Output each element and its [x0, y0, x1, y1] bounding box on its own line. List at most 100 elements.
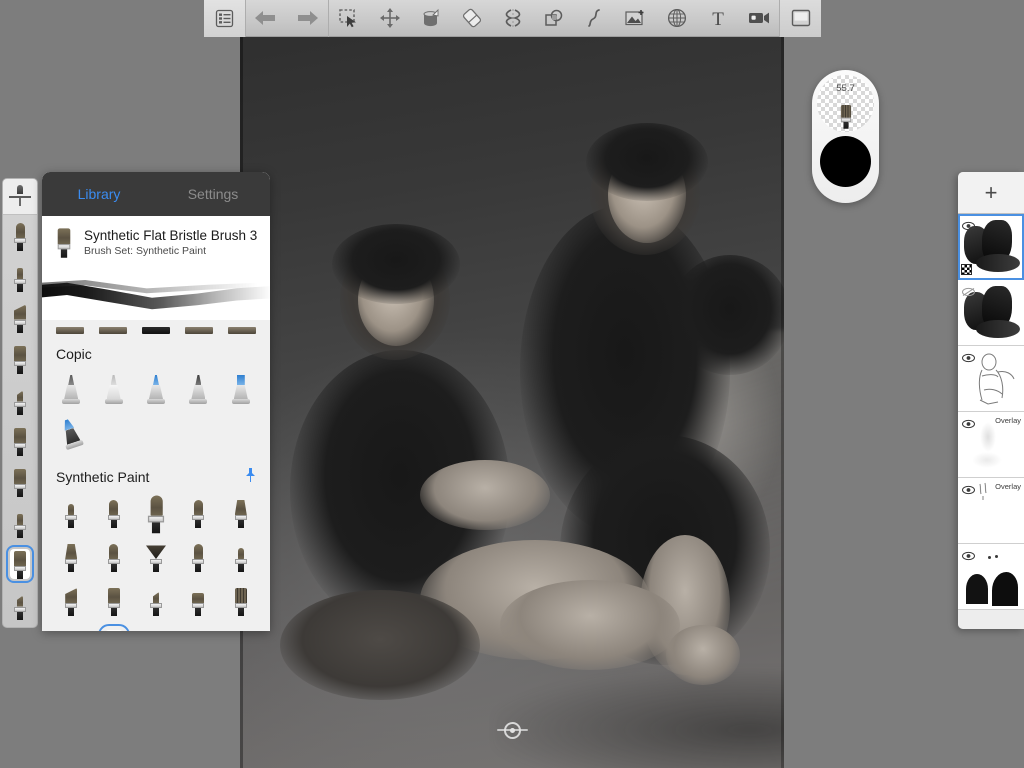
copic-brush-grid: [42, 368, 270, 456]
layer-item-3[interactable]: Overlay: [958, 412, 1024, 478]
pin-icon[interactable]: [245, 468, 256, 485]
synthetic-flat-bristle-brush-3-selected[interactable]: [92, 623, 134, 631]
synthetic-round-4[interactable]: [177, 491, 219, 535]
section-title-synthetic-paint: Synthetic Paint: [56, 468, 150, 485]
layer-item-5[interactable]: [958, 280, 1024, 346]
layer-mask-badge[interactable]: [961, 264, 972, 275]
text-icon[interactable]: T: [697, 0, 738, 37]
synthetic-flat-bristle-2[interactable]: [50, 623, 92, 631]
top-toolbar: T: [204, 0, 822, 37]
section-header-synthetic-paint: Synthetic Paint: [42, 456, 270, 491]
synthetic-splay-1[interactable]: [220, 491, 262, 535]
copic-outline-nib[interactable]: [92, 368, 134, 412]
add-layer-button[interactable]: +: [958, 172, 1024, 214]
brush-sections-scroll[interactable]: Copic Synthetic Paint: [42, 320, 270, 631]
recent-brush-4[interactable]: [3, 338, 37, 379]
symmetry-icon[interactable]: [492, 0, 533, 37]
tab-library[interactable]: Library: [42, 172, 156, 216]
current-brush-name: Synthetic Flat Bristle Brush 3: [84, 227, 258, 243]
sketchbook-app: T Library Settings Synthetic Flat Bristl…: [0, 0, 1024, 768]
synthetic-flat-2[interactable]: [177, 579, 219, 623]
current-brush-row[interactable]: Synthetic Flat Bristle Brush 3 Brush Set…: [42, 216, 270, 268]
recent-brush-9-selected[interactable]: [3, 543, 37, 584]
copic-blue-chisel[interactable]: [220, 368, 262, 412]
tab-settings[interactable]: Settings: [156, 172, 270, 216]
brush-size-dial[interactable]: 55.7: [817, 75, 874, 132]
grid-spacer: [177, 623, 219, 631]
fill-bucket-icon[interactable]: [411, 0, 452, 37]
brush-size-color-hud: 55.7: [812, 70, 879, 203]
layer-item-1[interactable]: [958, 544, 1024, 610]
synthetic-round-5[interactable]: [92, 535, 134, 579]
layer-item-6[interactable]: [958, 214, 1024, 280]
layer-blend-mode[interactable]: Overlay: [995, 482, 1021, 491]
layer-item-4[interactable]: [958, 346, 1024, 412]
synthetic-round-6[interactable]: [177, 535, 219, 579]
synthetic-slant-3[interactable]: [135, 623, 177, 631]
color-wheel-row: [958, 610, 1024, 629]
canvas-right-edge: [781, 30, 784, 768]
drawing-canvas[interactable]: [240, 30, 784, 768]
hud-brush-preview-icon: [837, 103, 854, 129]
synthetic-round-7[interactable]: [220, 535, 262, 579]
synthetic-slant-1[interactable]: [50, 579, 92, 623]
synthetic-flat-bristle-1[interactable]: [220, 579, 262, 623]
layer-visibility-icon[interactable]: [962, 548, 975, 566]
synthetic-fan[interactable]: [135, 535, 177, 579]
layer-menu-icon[interactable]: [204, 0, 245, 37]
synthetic-round-1[interactable]: [50, 491, 92, 535]
copic-blue-nib[interactable]: [135, 368, 177, 412]
copic-wide-chisel[interactable]: [50, 412, 92, 456]
recent-brush-10[interactable]: [3, 584, 37, 625]
layer-visibility-icon[interactable]: [962, 218, 975, 236]
synthetic-slant-2[interactable]: [135, 579, 177, 623]
shapes-icon[interactable]: [533, 0, 574, 37]
synthetic-round-3[interactable]: [135, 491, 177, 535]
brush-panel-tabs: Library Settings: [42, 172, 270, 216]
eraser-icon[interactable]: [452, 0, 493, 37]
layers-panel: + Overlay Overlay: [958, 172, 1024, 629]
layer-visibility-icon[interactable]: [962, 350, 975, 368]
recent-brush-6[interactable]: [3, 420, 37, 461]
layer-visibility-icon[interactable]: [962, 284, 975, 302]
undo-icon[interactable]: [246, 0, 287, 37]
synthetic-flat-1[interactable]: [92, 579, 134, 623]
grid-spacer: [220, 623, 262, 631]
section-title-copic: Copic: [56, 346, 92, 362]
canvas-figure-left: [270, 210, 680, 730]
synthetic-round-2[interactable]: [92, 491, 134, 535]
synthetic-paint-brush-grid: [42, 491, 270, 631]
record-icon[interactable]: [738, 0, 779, 37]
perspective-grid-icon[interactable]: [656, 0, 697, 37]
svg-text:T: T: [712, 9, 724, 28]
transform-icon[interactable]: [370, 0, 411, 37]
synthetic-splay-2[interactable]: [50, 535, 92, 579]
add-image-icon[interactable]: [615, 0, 656, 37]
layer-visibility-icon[interactable]: [962, 416, 975, 434]
french-curve-icon[interactable]: [574, 0, 615, 37]
copic-fine-nib[interactable]: [50, 368, 92, 412]
brush-stroke-preview: [42, 268, 270, 320]
airbrush-icon: [9, 184, 31, 209]
recent-brush-8[interactable]: [3, 502, 37, 543]
section-header-copic: Copic: [42, 334, 270, 368]
airbrush-tool[interactable]: [3, 179, 37, 215]
brush-library-panel: Library Settings Synthetic Flat Bristle …: [42, 172, 270, 631]
fullscreen-icon[interactable]: [780, 0, 822, 37]
brush-size-value: 55.7: [836, 83, 855, 94]
layer-visibility-icon[interactable]: [962, 482, 975, 500]
recent-brushes-strip: [2, 178, 38, 628]
current-color-swatch[interactable]: [820, 136, 871, 187]
recent-brush-3[interactable]: [3, 297, 37, 338]
recent-brush-5[interactable]: [3, 379, 37, 420]
copic-broad-nib[interactable]: [177, 368, 219, 412]
current-brush-icon: [54, 226, 75, 258]
layer-item-2[interactable]: Overlay: [958, 478, 1024, 544]
layer-blend-mode[interactable]: Overlay: [995, 416, 1021, 425]
redo-icon[interactable]: [287, 0, 328, 37]
recent-brush-7[interactable]: [3, 461, 37, 502]
recent-brush-2[interactable]: [3, 256, 37, 297]
selection-icon[interactable]: [329, 0, 370, 37]
recent-brush-1[interactable]: [3, 215, 37, 256]
current-brush-set: Brush Set: Synthetic Paint: [84, 244, 206, 257]
